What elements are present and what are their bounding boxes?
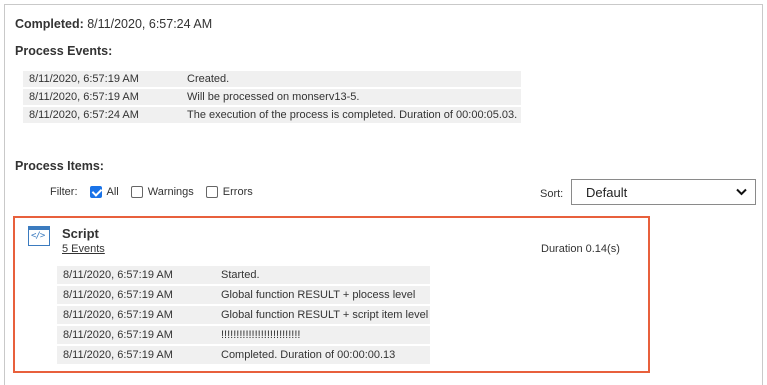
table-row: 8/11/2020, 6:57:19 AM Started. [57,266,431,284]
table-row: 8/11/2020, 6:57:19 AM Created. [23,71,522,87]
filter-label: Filter: [50,186,78,198]
table-row: 8/11/2020, 6:57:19 AM Will be processed … [23,89,522,105]
completed-value: 8/11/2020, 6:57:24 AM [87,17,213,31]
sort-selected-value: Default [586,185,628,200]
filter-warnings-label[interactable]: Warnings [148,186,194,198]
filter-errors-label[interactable]: Errors [223,186,253,198]
item-duration: Duration 0.14(s) [541,243,620,255]
event-time: 8/11/2020, 6:57:19 AM [57,326,212,344]
event-message: Created. [179,71,522,87]
event-time: 8/11/2020, 6:57:19 AM [57,306,212,324]
table-row: 8/11/2020, 6:57:19 AM Global function RE… [57,306,431,324]
item-events-table: 8/11/2020, 6:57:19 AM Started. 8/11/2020… [57,264,431,366]
event-message: Started. [212,266,431,284]
table-row: 8/11/2020, 6:57:19 AM !!!!!!!!!!!!!!!!!!… [57,326,431,344]
filter-warnings-checkbox[interactable] [130,186,143,198]
table-row: 8/11/2020, 6:57:24 AM The execution of t… [23,107,522,123]
filter-all-label[interactable]: All [107,186,119,198]
sort-label: Sort: [540,188,564,200]
filter-errors-checkbox[interactable] [205,186,218,198]
event-message: !!!!!!!!!!!!!!!!!!!!!!!!!! [212,326,431,344]
event-message: Global function RESULT + plocess level [212,286,431,304]
item-events-link[interactable]: 5 Events [62,243,105,255]
event-time: 8/11/2020, 6:57:19 AM [23,71,179,87]
event-message: Completed. Duration of 00:00:00.13 [212,346,431,364]
event-time: 8/11/2020, 6:57:19 AM [57,266,212,284]
completed-status: Completed: 8/11/2020, 6:57:24 AM [15,17,212,31]
event-message: Will be processed on monserv13-5. [179,89,522,105]
process-events-table: 8/11/2020, 6:57:19 AM Created. 8/11/2020… [23,69,522,125]
table-row: 8/11/2020, 6:57:19 AM Completed. Duratio… [57,346,431,364]
completed-label: Completed: [15,17,84,31]
script-icon: </> [28,226,50,246]
event-time: 8/11/2020, 6:57:24 AM [23,107,179,123]
sort-select[interactable]: Default [571,179,756,205]
event-message: Global function RESULT + script item lev… [212,306,431,324]
process-items-title: Process Items: [15,159,104,173]
process-events-title: Process Events: [15,44,113,58]
item-name: Script [62,226,99,241]
event-time: 8/11/2020, 6:57:19 AM [57,346,212,364]
table-row: 8/11/2020, 6:57:19 AM Global function RE… [57,286,431,304]
process-item-script: </> Script 5 Events Duration 0.14(s) 8/1… [13,216,650,373]
chevron-down-icon [736,188,747,196]
event-time: 8/11/2020, 6:57:19 AM [23,89,179,105]
event-message: The execution of the process is complete… [179,107,522,123]
filter-row: Filter: All Warnings Errors [50,186,259,198]
filter-all-checkbox[interactable] [89,186,102,198]
event-time: 8/11/2020, 6:57:19 AM [57,286,212,304]
